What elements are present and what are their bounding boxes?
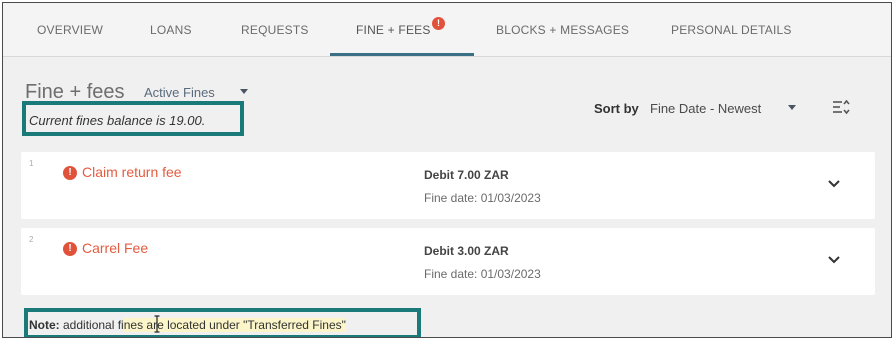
tab-fine-fees[interactable]: FINE + FEES <box>356 23 431 37</box>
fine-date: Fine date: 01/03/2023 <box>424 191 541 205</box>
fine-debit-amount: Debit 3.00 ZAR <box>424 244 509 258</box>
fine-index: 1 <box>29 159 34 168</box>
fine-item[interactable]: 2 ! Carrel Fee Debit 3.00 ZAR Fine date:… <box>21 228 875 295</box>
caret-down-icon[interactable] <box>788 105 796 110</box>
sort-label: Sort by <box>594 101 639 116</box>
sort-dropdown[interactable]: Fine Date - Newest <box>650 101 761 116</box>
balance-annotation-box <box>22 101 244 136</box>
fine-name-link[interactable]: Carrel Fee <box>82 240 148 256</box>
fine-item[interactable]: 1 ! Claim return fee Debit 7.00 ZAR Fine… <box>21 152 875 219</box>
fine-date: Fine date: 01/03/2023 <box>424 267 541 281</box>
fine-name-link[interactable]: Claim return fee <box>82 164 182 180</box>
tab-bar: OVERVIEW LOANS REQUESTS FINE + FEES ! BL… <box>3 3 891 57</box>
tab-personal-details[interactable]: PERSONAL DETAILS <box>671 23 792 37</box>
chevron-down-icon[interactable] <box>827 253 841 267</box>
fines-filter-dropdown[interactable]: Active Fines <box>144 85 215 100</box>
fine-debit-amount: Debit 7.00 ZAR <box>424 168 509 182</box>
caret-down-icon[interactable] <box>240 89 248 94</box>
chevron-down-icon[interactable] <box>827 177 841 191</box>
exclamation-circle-icon: ! <box>63 166 77 180</box>
fine-index: 2 <box>29 235 34 244</box>
note-annotation-box <box>24 308 421 337</box>
active-tab-indicator <box>330 53 474 56</box>
tab-overview[interactable]: OVERVIEW <box>37 23 103 37</box>
tab-loans[interactable]: LOANS <box>150 23 192 37</box>
exclamation-circle-icon: ! <box>63 242 77 256</box>
sort-order-icon[interactable] <box>831 97 851 117</box>
fines-panel: OVERVIEW LOANS REQUESTS FINE + FEES ! BL… <box>2 2 892 338</box>
tab-blocks-messages[interactable]: BLOCKS + MESSAGES <box>496 23 629 37</box>
tab-requests[interactable]: REQUESTS <box>241 23 309 37</box>
tab-alert-badge: ! <box>432 17 445 30</box>
